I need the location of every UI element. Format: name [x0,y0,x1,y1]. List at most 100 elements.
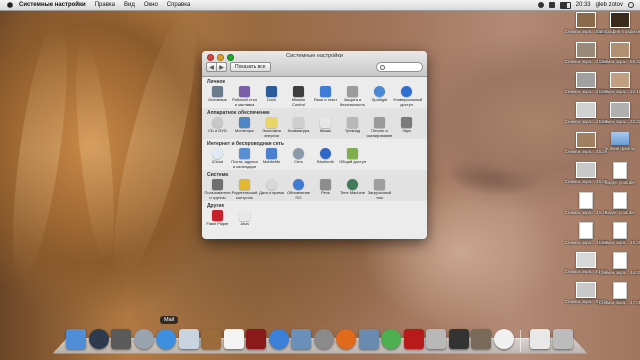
pref-pane-label: Родительский контроль [231,190,258,200]
desktop-file-label: Снимок экра....47.08 [598,300,640,305]
calendar-icon[interactable] [223,329,244,349]
mission-control-dock-icon[interactable] [111,329,131,349]
pref-pane-accessibility[interactable]: Универсальный доступ [393,86,423,107]
flash-icon [212,210,223,221]
desktop-file[interactable]: Снимок экра....47.08 [598,282,640,305]
pref-pane-keyboard[interactable]: Клавиатура [285,117,312,138]
system-preferences-dock-icon[interactable] [313,329,334,349]
pref-pane-energy[interactable]: Экономия энергии [258,117,285,138]
volume-icon[interactable] [548,2,555,8]
wifi-icon[interactable] [537,2,544,8]
menu-window[interactable]: Окно [144,2,158,8]
desktop-file[interactable]: Снимок экра....46.20 [599,252,640,275]
itunes-icon[interactable] [268,329,289,349]
sheep-icon[interactable] [493,329,514,349]
mail-icon[interactable] [178,329,199,349]
pref-pane-mission-control[interactable]: Mission Control [285,86,312,107]
flash-dock-icon[interactable] [403,329,424,349]
pref-pane-mobileme[interactable]: MobileMe [258,148,285,169]
pref-pane-parental[interactable]: Родительский контроль [231,179,258,200]
pref-pane-mail-contacts[interactable]: Почта, адреса и календари [231,148,258,169]
utility-icon[interactable] [426,329,446,349]
launchpad-icon[interactable] [133,329,154,349]
pref-pane-java[interactable]: Java [231,210,258,227]
pref-row: iCloud Почта, адреса и календари MobileMe С… [202,147,427,170]
back-button[interactable]: ◀ [207,63,216,71]
pref-pane-users[interactable]: Пользователи и группы [204,179,231,200]
pref-pane-network[interactable]: Сеть [285,148,312,169]
pref-pane-label: Пользователи и группы [204,190,231,200]
sound-icon [401,117,412,128]
dashboard-icon[interactable] [88,329,109,349]
terminal-icon[interactable] [448,329,469,349]
desktop-file[interactable]: биография в кармане [597,12,640,34]
spotlight-menu-icon[interactable] [628,2,634,8]
desktop-file[interactable]: Снимок экра....32.32 [599,102,640,124]
pref-pane-software-update[interactable]: Обновление ПО [285,179,312,200]
pref-pane-icloud[interactable]: iCloud [204,148,231,169]
pref-pane-label: MobileMe [262,159,281,164]
pref-pane-label: Загрузочный том [367,190,392,200]
apple-menu-icon[interactable] [7,2,13,8]
pref-pane-speech[interactable]: Речь [312,179,339,200]
iphoto-icon[interactable] [471,329,491,349]
pref-pane-displays[interactable]: Мониторы [231,117,258,138]
photos-icon[interactable] [358,329,379,349]
forward-button[interactable]: ▶ [216,63,226,71]
pref-pane-language[interactable]: Язык и текст [312,86,339,107]
mouse-icon [320,117,331,128]
pref-pane-desktop[interactable]: Рабочий стол и заставка [231,86,258,107]
pref-pane-dock[interactable]: Dock [258,86,285,107]
chrome-icon[interactable] [381,329,401,349]
pref-pane-cd[interactable]: CD и DVD [204,117,231,138]
pref-pane-date-time[interactable]: Дата и время [258,179,285,200]
pref-pane-sharing[interactable]: Общий доступ [339,148,366,169]
documents-stack-icon[interactable] [530,329,550,349]
pref-pane-mouse[interactable]: Мышь [312,117,339,138]
show-all-button[interactable]: Показать все [230,62,271,72]
security-icon [347,86,358,97]
desktop-file[interactable]: Снимок экра....59.32 [599,42,640,64]
pref-pane-startup-disk[interactable]: Загрузочный том [366,179,393,200]
section-title: Другие [207,203,225,209]
pref-pane-label: Универсальный доступ [393,97,423,107]
photo-booth-icon[interactable] [246,329,266,349]
pref-pane-flash[interactable]: Flash Player [204,210,231,227]
desktop-file[interactable]: Снимок экра....46.20 [599,222,640,245]
firefox-icon[interactable] [336,329,356,349]
pref-pane-general[interactable]: Основные [204,86,231,107]
pref-pane-spotlight[interactable]: Spotlight [366,86,393,107]
trash-icon[interactable] [552,329,573,349]
pref-pane-print[interactable]: Печать и сканирование [366,117,393,138]
pref-pane-time-machine[interactable]: Time Machine [339,179,366,200]
java-icon [239,210,250,221]
finder-icon[interactable] [66,329,86,349]
menu-clock[interactable]: 20:33 [576,2,591,8]
window-titlebar[interactable]: Системные настройки ◀ ▶ Показать все [202,51,427,77]
desktop-file[interactable]: Снимок экра....32.15 [599,72,640,94]
pref-pane-label: Mission Control [291,97,306,107]
search-field[interactable] [376,62,423,72]
menu-user[interactable]: gleb zotov [596,2,623,8]
pref-row: CD и DVD Мониторы Экономия энергии Клавиату… [202,116,427,139]
pref-pane-trackpad[interactable]: Трекпад [339,117,366,138]
document-icon [579,222,593,239]
pref-pane-security[interactable]: Защита и безопасность [339,86,366,107]
desktop-file[interactable]: видео youtube [600,192,640,215]
preview-icon[interactable] [291,329,311,349]
pref-pane-label: Трекпад [344,128,361,133]
mobileme-icon [266,148,277,159]
app-store-icon[interactable] [156,329,176,349]
pref-pane-sound[interactable]: Звук [393,117,420,138]
menu-view[interactable]: Вид [124,2,135,8]
battery-icon[interactable] [559,1,571,9]
desktop-file[interactable]: видео youtube [600,162,640,185]
menu-edit[interactable]: Правка [95,2,115,8]
menu-app-name[interactable]: Системные настройки [19,2,86,8]
pref-pane-bluetooth[interactable]: Bluetooth [312,148,339,169]
system-preferences-window: Системные настройки ◀ ▶ Показать все Лич… [202,51,427,239]
address-book-icon[interactable] [201,329,221,349]
document-icon [613,222,627,239]
menu-help[interactable]: Справка [167,2,191,8]
desktop-file[interactable]: всякие файлы [600,132,640,151]
